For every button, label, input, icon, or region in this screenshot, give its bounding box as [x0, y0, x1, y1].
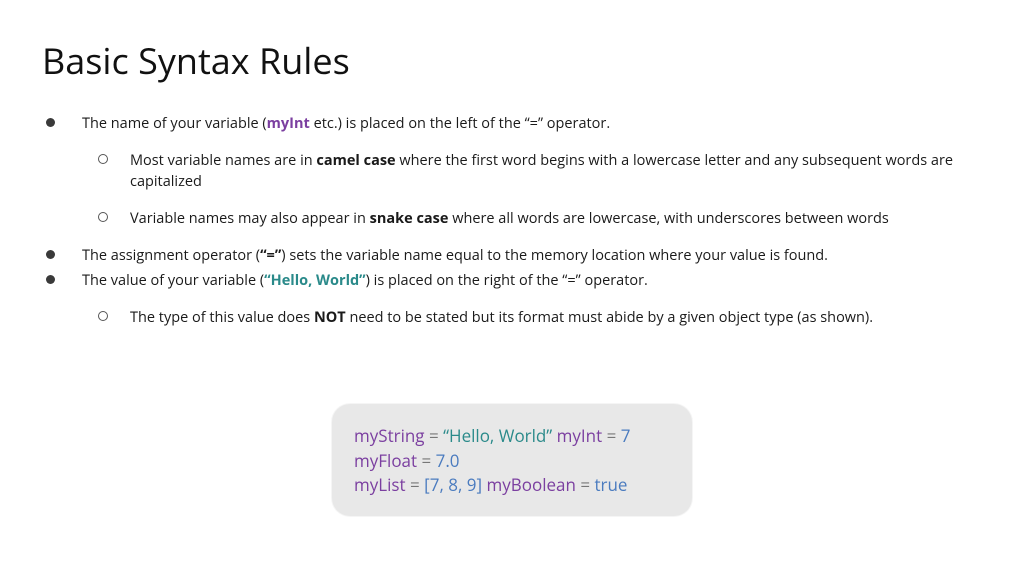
code-op-eq: = — [417, 449, 436, 472]
code-var-mystring: myString — [354, 424, 425, 447]
code-line-3: myList = [7, 8, 9] myBoolean = true — [354, 473, 670, 498]
code-bool-true: true — [594, 473, 627, 496]
bold-snake-case: snake case — [370, 209, 449, 228]
bullet-3-post: ) is placed on the right of the “=” oper… — [366, 271, 648, 290]
bullet-1-sub-2-post: where all words are lowercase, with unde… — [448, 209, 888, 228]
bullet-2: The assignment operator (“=”) sets the v… — [70, 245, 982, 266]
bullet-1: The name of your variable (myInt etc.) i… — [70, 113, 982, 229]
code-string-hello: “Hello, World” — [443, 424, 552, 447]
bold-not: NOT — [314, 308, 346, 327]
bullet-1-sub-2-pre: Variable names may also appear in — [130, 209, 370, 228]
code-num-7-0: 7.0 — [436, 449, 460, 472]
bullet-1-text-post: etc.) is placed on the left of the “=” o… — [310, 114, 610, 133]
slide: Basic Syntax Rules The name of your vari… — [0, 0, 1024, 576]
inline-code-hello-world: “Hello, World” — [264, 271, 365, 290]
bullet-3-sub-1: The type of this value does NOT need to … — [116, 307, 982, 328]
bullet-1-sub-1: Most variable names are in camel case wh… — [116, 150, 982, 192]
bullet-2-pre: The assignment operator ( — [82, 246, 260, 265]
code-op-eq: = — [602, 424, 621, 447]
bullet-3-pre: The value of your variable ( — [82, 271, 264, 290]
bullet-1-sublist: Most variable names are in camel case wh… — [82, 150, 982, 229]
bullet-3-sublist: The type of this value does NOT need to … — [82, 307, 982, 328]
code-example-box: myString = “Hello, World” myInt = 7 myFl… — [332, 404, 692, 516]
bullet-1-text-pre: The name of your variable ( — [82, 114, 267, 133]
code-num-7: 7 — [621, 424, 631, 447]
code-var-mylist: myList — [354, 473, 406, 496]
bullet-3-sub-1-pre: The type of this value does — [130, 308, 314, 327]
code-line-1: myString = “Hello, World” myInt = 7 — [354, 424, 670, 449]
code-var-myfloat: myFloat — [354, 449, 417, 472]
code-array-789: [7, 8, 9] — [424, 473, 482, 496]
code-op-eq: = — [406, 473, 425, 496]
bullet-list: The name of your variable (myInt etc.) i… — [42, 113, 982, 328]
bullet-1-sub-1-pre: Most variable names are in — [130, 151, 316, 170]
code-op-eq: = — [425, 424, 444, 447]
code-line-2: myFloat = 7.0 — [354, 449, 670, 474]
code-var-myint: myInt — [557, 424, 603, 447]
bullet-1-sub-2: Variable names may also appear in snake … — [116, 208, 982, 229]
bullet-3-sub-1-post: need to be stated but its format must ab… — [346, 308, 873, 327]
page-title: Basic Syntax Rules — [42, 36, 982, 85]
code-var-myboolean: myBoolean — [487, 473, 576, 496]
bullet-2-post: ) sets the variable name equal to the me… — [281, 246, 828, 265]
bullet-3: The value of your variable (“Hello, Worl… — [70, 270, 982, 328]
inline-code-myint: myInt — [267, 114, 310, 133]
code-op-eq: = — [576, 473, 595, 496]
bold-equals-op: “=” — [260, 246, 281, 265]
bold-camel-case: camel case — [316, 151, 395, 170]
